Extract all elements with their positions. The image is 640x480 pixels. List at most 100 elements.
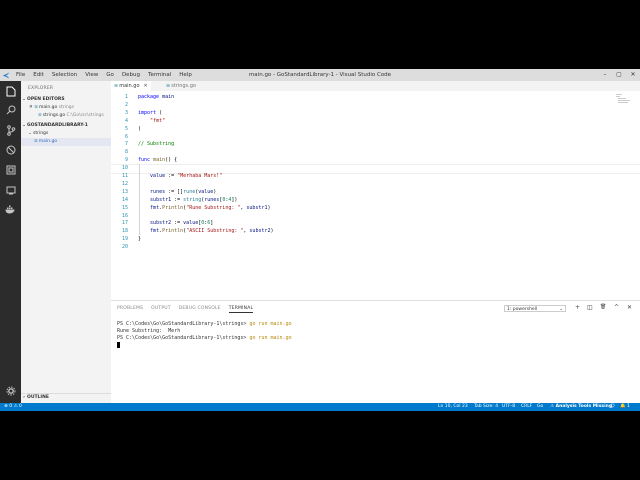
tab-strings-go[interactable]: ≡strings.go	[163, 81, 199, 91]
notifications-bell-icon[interactable]: 🔔 1	[620, 403, 630, 411]
docker-icon[interactable]	[0, 201, 21, 217]
debug-icon[interactable]	[0, 142, 21, 158]
terminal-line: PS C:\Codes\Go\GoStandardLibrary-1\strin…	[117, 321, 292, 327]
workspace-folder-label: GOSTANDARDLIBRARY-1	[27, 123, 88, 128]
menu-go[interactable]: Go	[102, 72, 118, 78]
line-number: 7	[124, 141, 128, 148]
close-editor-icon[interactable]: ✕	[29, 105, 33, 110]
line-number: 5	[124, 125, 128, 132]
line-text: func main() {	[138, 157, 178, 164]
line-text: import (	[138, 109, 163, 116]
maximize-button[interactable]: ▢	[612, 69, 626, 81]
menu-selection[interactable]: Selection	[48, 72, 81, 78]
menu-view[interactable]: View	[81, 72, 102, 78]
line-number: 2	[124, 101, 128, 108]
code-editor[interactable]: 1 package main 2 3 import (4 "fmt" 5) 6 7 // Sub…	[111, 91, 640, 299]
tab-size[interactable]: Tab Size: 4	[474, 403, 498, 411]
open-editors-section[interactable]: ⌄OPEN EDITORS	[21, 96, 111, 104]
workspace-folder-section[interactable]: ⌄GOSTANDARDLIBRARY-1	[21, 122, 111, 130]
indent-guide	[139, 164, 140, 236]
tree-file-main-go[interactable]: ≡main.go	[21, 138, 111, 146]
tab-debug-console[interactable]: DEBUG CONSOLE	[179, 306, 221, 313]
line-text: "fmt"	[150, 117, 166, 124]
source-control-icon[interactable]	[0, 122, 21, 138]
tab-output[interactable]: OUTPUT	[151, 306, 171, 313]
line-text: fmt.Println("Rune Substring: ", substr1)	[150, 204, 271, 211]
panel-tabs: PROBLEMS OUTPUT DEBUG CONSOLE TERMINAL	[117, 306, 261, 313]
go-file-icon: ≡	[34, 105, 38, 110]
go-file-icon: ≡	[38, 113, 42, 118]
line-text: fmt.Println("ASCII Substring: ", substr2…	[150, 228, 274, 235]
menu-edit[interactable]: Edit	[29, 72, 48, 78]
terminal-output[interactable]: PS C:\Codes\Go\GoStandardLibrary-1\strin…	[117, 321, 292, 349]
terminal-cursor	[117, 342, 120, 348]
terminal-select[interactable]: 1: powershell ⌄	[504, 305, 566, 312]
maximize-panel-icon[interactable]: ^	[614, 304, 619, 311]
gear-icon[interactable]	[0, 383, 21, 399]
tab-main-go[interactable]: ≡main.go ✕	[111, 81, 151, 91]
terminal-line: PS C:\Codes\Go\GoStandardLibrary-1\strin…	[117, 335, 292, 341]
search-icon[interactable]	[0, 102, 21, 118]
explorer-icon[interactable]	[0, 83, 21, 99]
tree-folder-strings[interactable]: ⌄strings	[21, 130, 111, 138]
feedback-icon[interactable]: ☺	[610, 403, 615, 411]
menu-bar: File Edit Selection View Go Debug Termin…	[12, 72, 196, 78]
add-terminal-icon[interactable]: +	[575, 304, 580, 311]
line-number: 3	[124, 109, 128, 116]
line-text: }	[138, 236, 142, 243]
menu-help[interactable]: Help	[175, 72, 196, 78]
line-number: 8	[124, 149, 128, 156]
open-editor-detail: strings	[58, 105, 74, 110]
minimize-button[interactable]: –	[598, 69, 612, 81]
split-terminal-icon[interactable]: ◫	[587, 304, 593, 311]
line-number: 12	[121, 180, 128, 187]
line-number: 6	[124, 133, 128, 140]
open-editor-detail: C:\Go\src\strings	[66, 113, 104, 118]
line-text: package main	[138, 94, 175, 100]
language-mode[interactable]: Go	[537, 403, 543, 411]
line-number: 13	[121, 188, 128, 195]
open-editor-main-go[interactable]: ✕ ≡main.go strings	[21, 104, 111, 112]
line-number: 16	[121, 212, 128, 219]
menu-file[interactable]: File	[12, 72, 29, 78]
outline-label: OUTLINE	[27, 395, 49, 400]
trash-icon[interactable]: 🗑	[600, 304, 606, 310]
tab-label: strings.go	[171, 83, 196, 89]
close-window-button[interactable]: ✕	[626, 69, 640, 81]
minimap[interactable]	[616, 94, 632, 106]
line-number: 14	[121, 196, 128, 203]
tab-terminal[interactable]: TERMINAL	[228, 306, 254, 313]
problems-status[interactable]: ⊗ 0 ⚠ 0	[4, 403, 22, 411]
vscode-window: ≺ File Edit Selection View Go Debug Term…	[0, 69, 640, 411]
eol[interactable]: CRLF	[521, 403, 532, 411]
line-text: // Substring	[138, 141, 175, 148]
line-number: 4	[124, 117, 128, 124]
close-panel-icon[interactable]: ✕	[627, 304, 632, 311]
encoding[interactable]: UTF-8	[502, 403, 515, 411]
terminal-line	[117, 342, 292, 349]
line-number: 11	[121, 173, 128, 179]
menu-debug[interactable]: Debug	[118, 72, 144, 78]
menu-terminal[interactable]: Terminal	[144, 72, 175, 78]
go-file-icon: ≡	[166, 83, 171, 89]
explorer-header: EXPLORER	[28, 86, 54, 91]
cursor-position[interactable]: Ln 10, Col 23	[438, 403, 468, 411]
analysis-tools-warning[interactable]: ⚠ Analysis Tools Missing	[550, 403, 612, 411]
close-tab-icon[interactable]: ✕	[144, 83, 148, 89]
outline-section[interactable]: › OUTLINE	[21, 393, 111, 402]
line-number: 9	[124, 157, 128, 164]
bottom-panel: PROBLEMS OUTPUT DEBUG CONSOLE TERMINAL 1…	[111, 300, 640, 404]
line-number: 20	[121, 244, 128, 251]
open-editor-strings-go[interactable]: ≡strings.go C:\Go\src\strings	[21, 112, 111, 120]
status-bar: ⊗ 0 ⚠ 0 Ln 10, Col 23 Tab Size: 4 UTF-8 …	[0, 403, 640, 411]
extensions-icon[interactable]	[0, 162, 21, 178]
tab-problems[interactable]: PROBLEMS	[117, 306, 143, 313]
remote-explorer-icon[interactable]	[0, 182, 21, 198]
line-number: 17	[121, 220, 128, 227]
vscode-logo-icon: ≺	[2, 70, 10, 80]
open-editor-name: main.go	[39, 105, 58, 110]
open-editors-label: OPEN EDITORS	[27, 97, 65, 102]
line-number: 10	[121, 165, 128, 172]
tree-folder-label: strings	[33, 131, 49, 136]
line-text: substr2 := value[0:6]	[150, 220, 214, 227]
